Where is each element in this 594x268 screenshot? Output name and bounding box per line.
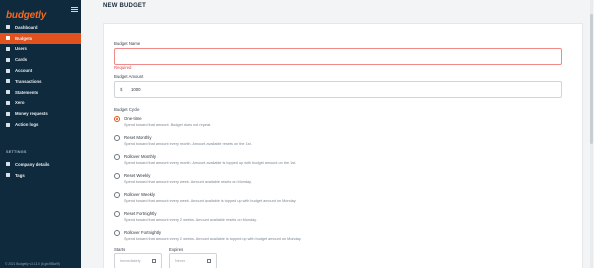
radio[interactable] — [114, 230, 120, 236]
cycle-option-rollover-fortnightly[interactable]: Rollover Fortnightly Spend toward that a… — [114, 229, 554, 247]
option-description: Spend toward that amount every week. Amo… — [124, 180, 252, 184]
option-description: Spend toward that amount every month. Am… — [124, 161, 297, 165]
option-title: Rollover Monthly — [124, 154, 157, 159]
option-title: Reset Monthly — [124, 135, 152, 140]
main-content: NEW BUDGET Budget Name Required Budget A… — [81, 0, 594, 268]
version-footer: © 2021 Budgetly v3.13.0 (6 gb4f55a9f) — [5, 262, 60, 266]
action-log-icon — [6, 122, 10, 127]
expires-date-field[interactable]: Never — [169, 253, 217, 268]
cycle-option-rollover-monthly[interactable]: Rollover Monthly Spend toward that amoun… — [114, 153, 554, 171]
option-title: Rollover Fortnightly — [124, 230, 162, 235]
currency-prefix: $ — [120, 87, 123, 92]
option-description: Spend toward that amount every month. Am… — [124, 142, 252, 146]
cycle-option-rollover-weekly[interactable]: Rollover Weekly Spend toward that amount… — [114, 191, 554, 209]
cycle-option-reset-weekly[interactable]: Reset Weekly Spend toward that amount ev… — [114, 172, 554, 190]
option-description: Spend toward that amount every week. Amo… — [124, 199, 297, 203]
scrollbar-thumb[interactable] — [590, 14, 593, 144]
users-icon — [6, 46, 10, 51]
menu-toggle-icon[interactable] — [71, 7, 78, 12]
transactions-icon — [6, 79, 10, 84]
radio[interactable] — [114, 211, 120, 217]
option-title: Reset Weekly — [124, 173, 151, 178]
sidebar-item-transactions[interactable]: Transactions — [0, 76, 81, 87]
page-title: NEW BUDGET — [103, 3, 146, 9]
cycle-option-reset-monthly[interactable]: Reset Monthly Spend toward that amount e… — [114, 134, 554, 152]
radio[interactable] — [114, 154, 120, 160]
radio-selected[interactable] — [114, 116, 120, 122]
page-scrollbar[interactable] — [590, 0, 593, 268]
xero-icon — [6, 100, 10, 105]
budget-name-label: Budget Name — [114, 41, 141, 46]
card-icon — [6, 57, 10, 62]
cycle-option-reset-fortnightly[interactable]: Reset Fortnightly Spend toward that amou… — [114, 210, 554, 228]
option-title: One-time — [124, 116, 142, 121]
sidebar-item-account[interactable]: Account — [0, 65, 81, 76]
radio[interactable] — [114, 135, 120, 141]
cycle-option-one-time[interactable]: One-time Spend toward that amount. Budge… — [114, 115, 554, 133]
money-request-icon — [6, 111, 10, 116]
budget-amount-value: 1000 — [131, 87, 141, 92]
sidebar-item-statements[interactable]: Statements — [0, 87, 81, 98]
radio[interactable] — [114, 173, 120, 179]
expires-placeholder: Never — [175, 259, 186, 263]
option-title: Rollover Weekly — [124, 192, 155, 197]
radio[interactable] — [114, 192, 120, 198]
sidebar-item-company-details[interactable]: Company details — [0, 159, 81, 170]
tag-icon — [6, 173, 10, 178]
option-description: Spend toward that amount every 2 weeks. … — [124, 237, 302, 241]
option-title: Reset Fortnightly — [124, 211, 157, 216]
sidebar-item-dashboard[interactable]: Dashboard — [0, 22, 81, 33]
sidebar: budgetly Dashboard Budgets Users Cards A… — [0, 0, 81, 268]
sidebar-item-users[interactable]: Users — [0, 44, 81, 55]
dashboard-icon — [6, 25, 10, 30]
budget-amount-input[interactable]: $ 1000 — [114, 81, 562, 98]
settings-nav: Company details Tags — [0, 159, 81, 181]
settings-section-label: SETTINGS — [6, 150, 27, 154]
starts-label: Starts — [114, 247, 126, 252]
option-description: Spend toward that amount every 2 weeks. … — [124, 218, 257, 222]
sidebar-item-tags[interactable]: Tags — [0, 170, 81, 181]
option-description: Spend toward that amount. Budget does no… — [124, 123, 212, 127]
sidebar-item-action-logs[interactable]: Action logs — [0, 119, 81, 130]
sidebar-nav: Dashboard Budgets Users Cards Account Tr… — [0, 22, 81, 130]
sidebar-item-money-requests[interactable]: Money requests — [0, 108, 81, 119]
app-logo[interactable]: budgetly — [6, 5, 50, 21]
calendar-icon[interactable] — [207, 259, 211, 263]
expires-label: Expires — [169, 247, 184, 252]
starts-placeholder: Immediately — [120, 259, 141, 263]
budget-name-error: Required — [114, 65, 132, 70]
budget-icon — [6, 36, 10, 41]
new-budget-form: Budget Name Required Budget Amount $ 100… — [103, 23, 583, 268]
budget-name-input[interactable] — [114, 48, 562, 65]
sidebar-item-xero[interactable]: Xero — [0, 98, 81, 109]
statements-icon — [6, 90, 10, 95]
budget-cycle-label: Budget Cycle — [114, 107, 140, 112]
sidebar-item-budgets[interactable]: Budgets — [0, 32, 81, 44]
calendar-icon[interactable] — [152, 259, 156, 263]
account-icon — [6, 68, 10, 73]
sidebar-item-cards[interactable]: Cards — [0, 54, 81, 65]
logo-text: budgetly — [6, 10, 47, 21]
starts-date-field[interactable]: Immediately — [114, 253, 162, 268]
budget-amount-label: Budget Amount — [114, 74, 144, 79]
company-icon — [6, 162, 10, 167]
